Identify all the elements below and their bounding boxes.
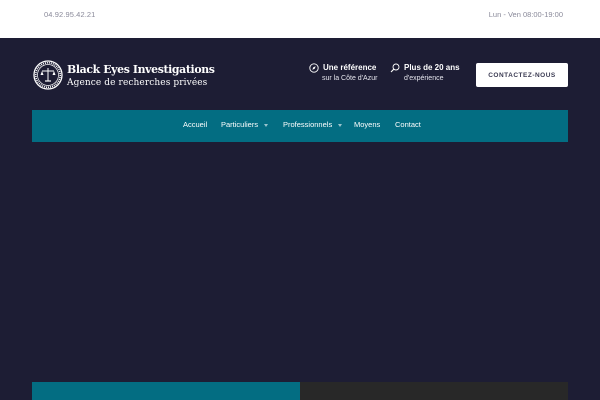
hero-area [0, 142, 600, 382]
nav-item-label: Particuliers [221, 120, 259, 129]
feature-panel-left [32, 382, 300, 400]
highlight-subtitle: d'expérience [404, 75, 444, 82]
nav-item-accueil[interactable]: Accueil [183, 120, 207, 129]
site-logo[interactable]: Black Eyes Investigations Agence de rech… [33, 60, 215, 92]
nav-item-label: Professionnels [283, 120, 333, 129]
nav-item-moyens[interactable]: Moyens [354, 120, 380, 129]
highlight-subtitle: sur la Côte d'Azur [322, 75, 378, 82]
nav-item-label: Moyens [354, 120, 381, 129]
opening-hours: Lun - Ven 08:00-19:00 [488, 10, 563, 19]
highlight-title: Plus de 20 ans [404, 63, 460, 72]
main-nav: Accueil Particuliers Professionnels Moye… [32, 110, 568, 142]
nav-item-contact[interactable]: Contact [395, 120, 421, 129]
chevron-down-icon [338, 123, 343, 127]
nav-item-label: Accueil [183, 120, 208, 129]
seal-scales-icon [33, 60, 63, 90]
chevron-down-icon [264, 123, 269, 127]
brand-tagline: Agence de recherches privées [67, 78, 208, 88]
top-bar: 04.92.95.42.21 Lun - Ven 08:00-19:00 [0, 0, 600, 38]
nav-item-label: Contact [395, 120, 421, 129]
contact-button[interactable]: CONTACTEZ-NOUS [476, 63, 568, 87]
phone-number[interactable]: 04.92.95.42.21 [44, 10, 95, 19]
brand-name: Black Eyes Investigations [67, 62, 215, 76]
highlight-title: Une référence [323, 63, 377, 72]
nav-item-professionnels[interactable]: Professionnels [283, 120, 343, 129]
site-header: Black Eyes Investigations Agence de rech… [0, 38, 600, 110]
nav-item-particuliers[interactable]: Particuliers [221, 120, 269, 129]
compass-icon [309, 63, 319, 73]
search-icon [390, 63, 400, 73]
feature-panel-right [300, 382, 568, 400]
